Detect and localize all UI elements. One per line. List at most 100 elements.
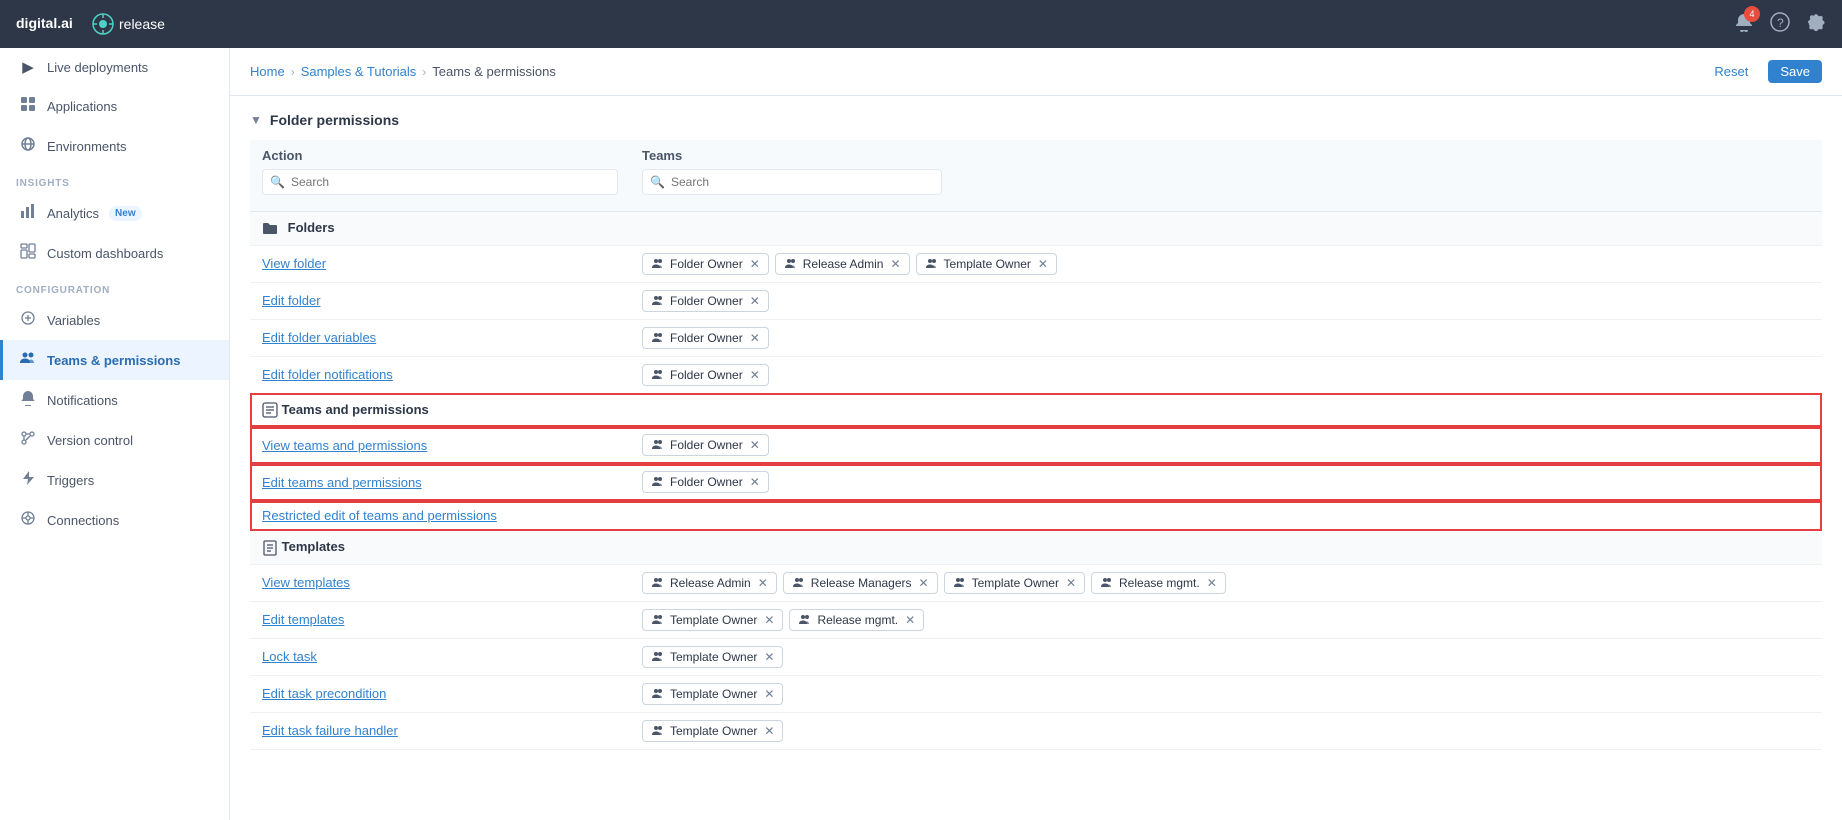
action-label[interactable]: View folder <box>262 256 326 271</box>
breadcrumb-home[interactable]: Home <box>250 64 285 79</box>
reset-button[interactable]: Reset <box>1706 60 1756 83</box>
remove-team-btn[interactable]: ✕ <box>750 438 760 452</box>
team-tag: Release mgmt. ✕ <box>1091 572 1226 594</box>
remove-team-btn[interactable]: ✕ <box>905 613 915 627</box>
teams-permissions-subsection-label: Teams and permissions <box>282 402 429 417</box>
table-row: Lock task Template Owner ✕ <box>250 638 1822 675</box>
action-label[interactable]: Edit templates <box>262 612 344 627</box>
teams-cell: Template Owner ✕ <box>630 638 1822 675</box>
action-label[interactable]: Edit folder variables <box>262 330 376 345</box>
logo-area: digital.ai release <box>16 11 165 37</box>
save-button[interactable]: Save <box>1768 60 1822 83</box>
table-row: Edit templates Template Owner ✕ Release … <box>250 601 1822 638</box>
release-icon: release <box>92 13 165 35</box>
folders-subsection-row: Folders <box>250 212 1822 246</box>
team-tag: Release Admin ✕ <box>642 572 777 594</box>
action-label[interactable]: Edit task failure handler <box>262 723 398 738</box>
action-col-header: Action 🔍 <box>250 140 630 212</box>
teams-search-wrap: 🔍 <box>642 169 942 195</box>
notifications-icon[interactable]: 4 <box>1734 12 1754 37</box>
analytics-new-badge: New <box>109 206 142 221</box>
action-label[interactable]: Lock task <box>262 649 317 664</box>
analytics-icon <box>19 203 37 223</box>
remove-team-btn[interactable]: ✕ <box>750 257 760 271</box>
remove-team-btn[interactable]: ✕ <box>750 368 760 382</box>
action-search-input[interactable] <box>262 169 618 195</box>
action-cell: Edit task precondition <box>250 675 630 712</box>
action-cell: Edit folder variables <box>250 319 630 356</box>
folder-permissions-header[interactable]: ▼ Folder permissions <box>250 112 1822 128</box>
help-icon[interactable]: ? <box>1770 12 1790 37</box>
remove-team-btn[interactable]: ✕ <box>764 650 774 664</box>
teams-col-header: Teams 🔍 <box>630 140 1822 212</box>
sidebar-item-custom-dashboards[interactable]: Custom dashboards <box>0 233 229 273</box>
action-label[interactable]: Edit task precondition <box>262 686 386 701</box>
remove-team-btn[interactable]: ✕ <box>1038 257 1048 271</box>
breadcrumb-current: Teams & permissions <box>432 64 556 79</box>
action-cell: Restricted edit of teams and permissions <box>250 501 630 531</box>
teams-header-label: Teams <box>642 148 1810 163</box>
dashboards-icon <box>19 243 37 263</box>
action-label[interactable]: Edit folder <box>262 293 321 308</box>
remove-team-btn[interactable]: ✕ <box>758 576 768 590</box>
breadcrumb-sep2: › <box>422 65 426 79</box>
action-cell: Edit folder notifications <box>250 356 630 393</box>
sidebar-item-teams-permissions[interactable]: Teams & permissions <box>0 340 229 380</box>
folders-subsection-label: Folders <box>288 220 335 235</box>
remove-team-btn[interactable]: ✕ <box>890 257 900 271</box>
table-row: Edit task failure handler Template Owner… <box>250 712 1822 749</box>
environments-icon <box>19 136 37 156</box>
action-cell: View folder <box>250 245 630 282</box>
sidebar-item-label: Version control <box>47 433 133 448</box>
sidebar-item-label: Analytics <box>47 206 99 221</box>
templates-subsection-icon <box>262 539 282 554</box>
team-tag: Folder Owner ✕ <box>642 364 769 386</box>
sidebar-item-live-deployments[interactable]: ▶ Live deployments <box>0 48 229 86</box>
folders-subsection-icon <box>262 220 282 235</box>
remove-team-btn[interactable]: ✕ <box>1066 576 1076 590</box>
remove-team-btn[interactable]: ✕ <box>764 613 774 627</box>
sidebar-item-variables[interactable]: Variables <box>0 300 229 340</box>
sidebar-item-analytics[interactable]: Analytics New <box>0 193 229 233</box>
sidebar-item-applications[interactable]: Applications <box>0 86 229 126</box>
action-label[interactable]: View teams and permissions <box>262 438 427 453</box>
team-tag: Template Owner ✕ <box>916 253 1057 275</box>
svg-text:?: ? <box>1777 16 1784 30</box>
remove-team-btn[interactable]: ✕ <box>919 576 929 590</box>
remove-team-btn[interactable]: ✕ <box>750 475 760 489</box>
team-tag: Template Owner ✕ <box>642 683 783 705</box>
table-row: Edit folder variables Folder Owner ✕ <box>250 319 1822 356</box>
action-label[interactable]: Edit teams and permissions <box>262 475 422 490</box>
action-label[interactable]: Edit folder notifications <box>262 367 393 382</box>
sidebar-item-notifications[interactable]: Notifications <box>0 380 229 420</box>
team-tag: Template Owner ✕ <box>944 572 1085 594</box>
team-tag: Folder Owner ✕ <box>642 327 769 349</box>
teams-search-input[interactable] <box>642 169 942 195</box>
sidebar-item-environments[interactable]: Environments <box>0 126 229 166</box>
sidebar-item-version-control[interactable]: Version control <box>0 420 229 460</box>
table-row: View templates Release Admin ✕ Release M… <box>250 564 1822 601</box>
sidebar-item-connections[interactable]: Connections <box>0 500 229 540</box>
action-label[interactable]: View templates <box>262 575 350 590</box>
remove-team-btn[interactable]: ✕ <box>764 724 774 738</box>
sidebar-item-triggers[interactable]: Triggers <box>0 460 229 500</box>
settings-icon[interactable] <box>1806 12 1826 37</box>
team-tag: Folder Owner ✕ <box>642 471 769 493</box>
teams-cell <box>630 501 1822 531</box>
sidebar: ▶ Live deployments Applications Environm… <box>0 48 230 820</box>
remove-team-btn[interactable]: ✕ <box>750 294 760 308</box>
live-deployments-icon: ▶ <box>19 58 37 76</box>
sidebar-item-label: Connections <box>47 513 119 528</box>
teams-cell: Folder Owner ✕ <box>630 319 1822 356</box>
svg-text:digital.ai: digital.ai <box>16 15 73 31</box>
remove-team-btn[interactable]: ✕ <box>750 331 760 345</box>
teams-search-icon: 🔍 <box>650 175 665 189</box>
action-label[interactable]: Restricted edit of teams and permissions <box>262 508 497 523</box>
remove-team-btn[interactable]: ✕ <box>1207 576 1217 590</box>
remove-team-btn[interactable]: ✕ <box>764 687 774 701</box>
action-cell: Edit templates <box>250 601 630 638</box>
table-row: View teams and permissions Folder Owner … <box>250 427 1822 464</box>
breadcrumb-samples[interactable]: Samples & Tutorials <box>301 64 417 79</box>
teams-cell: Folder Owner ✕ <box>630 356 1822 393</box>
triggers-icon <box>19 470 37 490</box>
